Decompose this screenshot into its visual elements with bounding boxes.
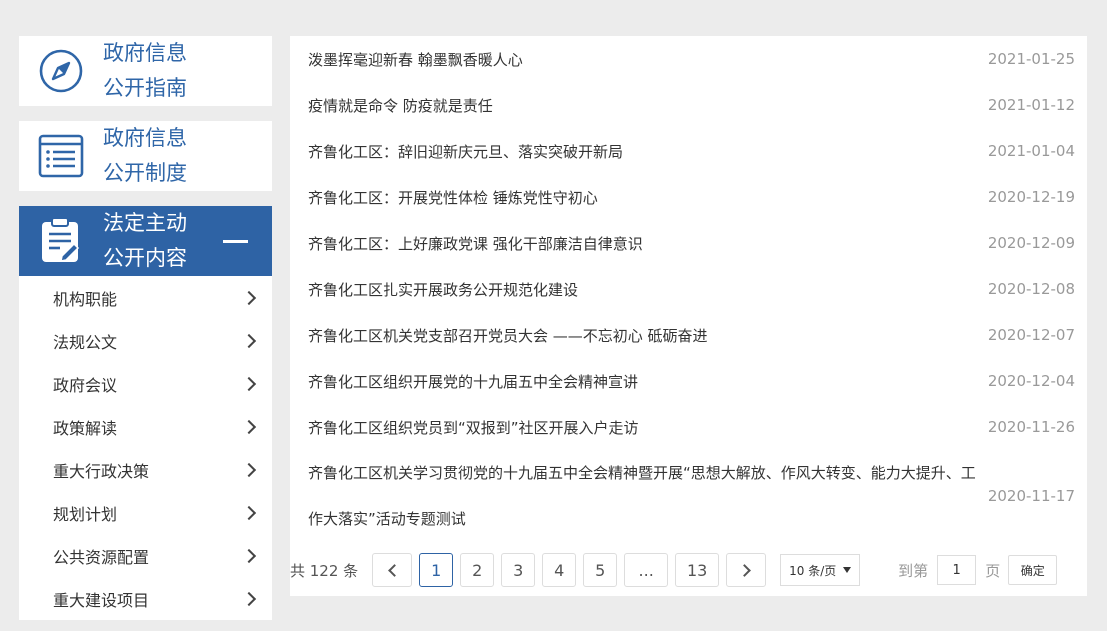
chevron-right-icon	[241, 591, 257, 606]
article-title[interactable]: 齐鲁化工区：上好廉政党课 强化干部廉洁自律意识	[308, 233, 643, 254]
page-size-value: 10 条/页	[789, 563, 837, 578]
submenu-item[interactable]: 法规公文	[19, 319, 272, 362]
article-title[interactable]: 齐鲁化工区组织党员到“双报到”社区开展入户走访	[308, 417, 639, 438]
list-document-icon	[19, 121, 103, 191]
page-button[interactable]: 2	[460, 553, 495, 587]
submenu-item-label: 重大行政决策	[53, 461, 150, 481]
nav-card-title: 公开指南	[103, 76, 187, 100]
article-date: 2021-01-12	[987, 96, 1075, 114]
article-row[interactable]: 齐鲁化工区：开展党性体检 锤炼党性守初心 2020-12-19	[308, 174, 1075, 220]
page-ellipsis[interactable]: ...	[624, 553, 669, 587]
next-page-button[interactable]	[726, 553, 767, 587]
goto-page-input[interactable]	[937, 555, 977, 585]
article-row[interactable]: 齐鲁化工区组织开展党的十九届五中全会精神宣讲 2020-12-04	[308, 358, 1075, 404]
compass-icon	[19, 36, 103, 106]
article-row[interactable]: 齐鲁化工区机关党支部召开党员大会 ——不忘初心 砥砺奋进 2020-12-07	[308, 312, 1075, 358]
submenu-item-label: 政策解读	[53, 418, 118, 438]
nav-card-title: 政府信息	[103, 41, 187, 65]
chevron-right-icon	[241, 505, 257, 520]
submenu: 机构职能 法规公文 政府会议 政策解读 重大行政决策 规划计划 公共资源配置 重…	[19, 276, 272, 620]
article-title[interactable]: 齐鲁化工区：辞旧迎新庆元旦、落实突破开新局	[308, 141, 623, 162]
submenu-item-label: 重大建设项目	[53, 590, 150, 610]
submenu-item[interactable]: 机构职能	[19, 276, 272, 319]
article-date: 2020-12-19	[987, 188, 1075, 206]
page-button[interactable]: 5	[583, 553, 618, 587]
article-date: 2020-12-09	[987, 234, 1075, 252]
chevron-right-icon	[241, 290, 257, 305]
submenu-item[interactable]: 重大行政决策	[19, 448, 272, 491]
page-size-select[interactable]: 10 条/页	[780, 554, 861, 586]
page-button-last[interactable]: 13	[675, 553, 720, 587]
total-count: 共 122 条	[290, 561, 359, 580]
page-unit-label: 页	[985, 561, 1001, 580]
submenu-item-label: 法规公文	[53, 332, 118, 352]
submenu-item-label: 规划计划	[53, 504, 118, 524]
submenu-item-label: 政府会议	[53, 375, 118, 395]
article-row[interactable]: 齐鲁化工区组织党员到“双报到”社区开展入户走访 2020-11-26	[308, 404, 1075, 450]
article-date: 2020-12-04	[987, 372, 1075, 390]
article-date: 2020-12-07	[987, 326, 1075, 344]
pagination: 共 122 条 1 2 3 4 5 ... 13 10 条/页 到第 页 确定	[290, 552, 1087, 588]
submenu-item-label: 公共资源配置	[53, 547, 150, 567]
nav-card-guide[interactable]: 政府信息 公开指南	[19, 36, 272, 106]
page-button[interactable]: 3	[501, 553, 536, 587]
submenu-item-label: 机构职能	[53, 289, 118, 309]
goto-label: 到第	[898, 561, 929, 580]
nav-card-title: 政府信息	[103, 126, 187, 150]
submenu-item[interactable]: 政策解读	[19, 405, 272, 448]
article-title[interactable]: 齐鲁化工区扎实开展政务公开规范化建设	[308, 279, 578, 300]
page-button-current[interactable]: 1	[419, 553, 454, 587]
article-title[interactable]: 齐鲁化工区：开展党性体检 锤炼党性守初心	[308, 187, 598, 208]
submenu-item[interactable]: 政府会议	[19, 362, 272, 405]
article-title[interactable]: 齐鲁化工区机关学习贯彻党的十九届五中全会精神暨开展“思想大解放、作风大转变、能力…	[308, 450, 988, 542]
chevron-right-icon	[241, 376, 257, 391]
chevron-right-icon	[241, 333, 257, 348]
nav-card-content[interactable]: 法定主动 公开内容	[19, 206, 272, 276]
submenu-item[interactable]: 重大建设项目	[19, 577, 272, 620]
article-date: 2021-01-04	[987, 142, 1075, 160]
submenu-item[interactable]: 规划计划	[19, 491, 272, 534]
collapse-icon[interactable]	[223, 240, 248, 243]
article-date: 2021-01-25	[987, 50, 1075, 68]
confirm-button[interactable]: 确定	[1008, 555, 1058, 585]
article-row[interactable]: 泼墨挥毫迎新春 翰墨飘香暖人心 2021-01-25	[308, 36, 1075, 82]
article-title[interactable]: 齐鲁化工区组织开展党的十九届五中全会精神宣讲	[308, 371, 638, 392]
article-title[interactable]: 泼墨挥毫迎新春 翰墨飘香暖人心	[308, 49, 523, 70]
submenu-item[interactable]: 公共资源配置	[19, 534, 272, 577]
article-row[interactable]: 齐鲁化工区：上好廉政党课 强化干部廉洁自律意识 2020-12-09	[308, 220, 1075, 266]
caret-down-icon	[843, 567, 852, 573]
article-row[interactable]: 齐鲁化工区扎实开展政务公开规范化建设 2020-12-08	[308, 266, 1075, 312]
sidebar: 政府信息 公开指南 政府信息 公开制度 法定主动 公开内容 机构职能 法规公文 …	[19, 36, 272, 620]
chevron-right-icon	[241, 548, 257, 563]
nav-card-system[interactable]: 政府信息 公开制度	[19, 121, 272, 191]
nav-card-title: 法定主动	[103, 211, 187, 235]
article-date: 2020-11-17	[987, 487, 1076, 505]
article-title[interactable]: 疫情就是命令 防疫就是责任	[308, 95, 493, 116]
nav-card-title: 公开制度	[103, 161, 187, 185]
article-row[interactable]: 齐鲁化工区：辞旧迎新庆元旦、落实突破开新局 2021-01-04	[308, 128, 1075, 174]
article-row[interactable]: 疫情就是命令 防疫就是责任 2021-01-12	[308, 82, 1075, 128]
article-date: 2020-11-26	[987, 418, 1075, 436]
prev-page-button[interactable]	[372, 553, 413, 587]
article-title[interactable]: 齐鲁化工区机关党支部召开党员大会 ——不忘初心 砥砺奋进	[308, 325, 708, 346]
nav-card-title: 公开内容	[103, 246, 187, 270]
page-button[interactable]: 4	[542, 553, 577, 587]
clipboard-edit-icon	[19, 206, 103, 276]
article-list: 泼墨挥毫迎新春 翰墨飘香暖人心 2021-01-25 疫情就是命令 防疫就是责任 2…	[290, 36, 1087, 542]
article-row[interactable]: 齐鲁化工区机关学习贯彻党的十九届五中全会精神暨开展“思想大解放、作风大转变、能力…	[308, 450, 1075, 542]
chevron-right-icon	[241, 419, 257, 434]
chevron-left-icon	[387, 563, 401, 577]
chevron-right-icon	[737, 563, 751, 577]
article-date: 2020-12-08	[987, 280, 1075, 298]
article-panel: 泼墨挥毫迎新春 翰墨飘香暖人心 2021-01-25 疫情就是命令 防疫就是责任 2…	[290, 36, 1087, 596]
chevron-right-icon	[241, 462, 257, 477]
